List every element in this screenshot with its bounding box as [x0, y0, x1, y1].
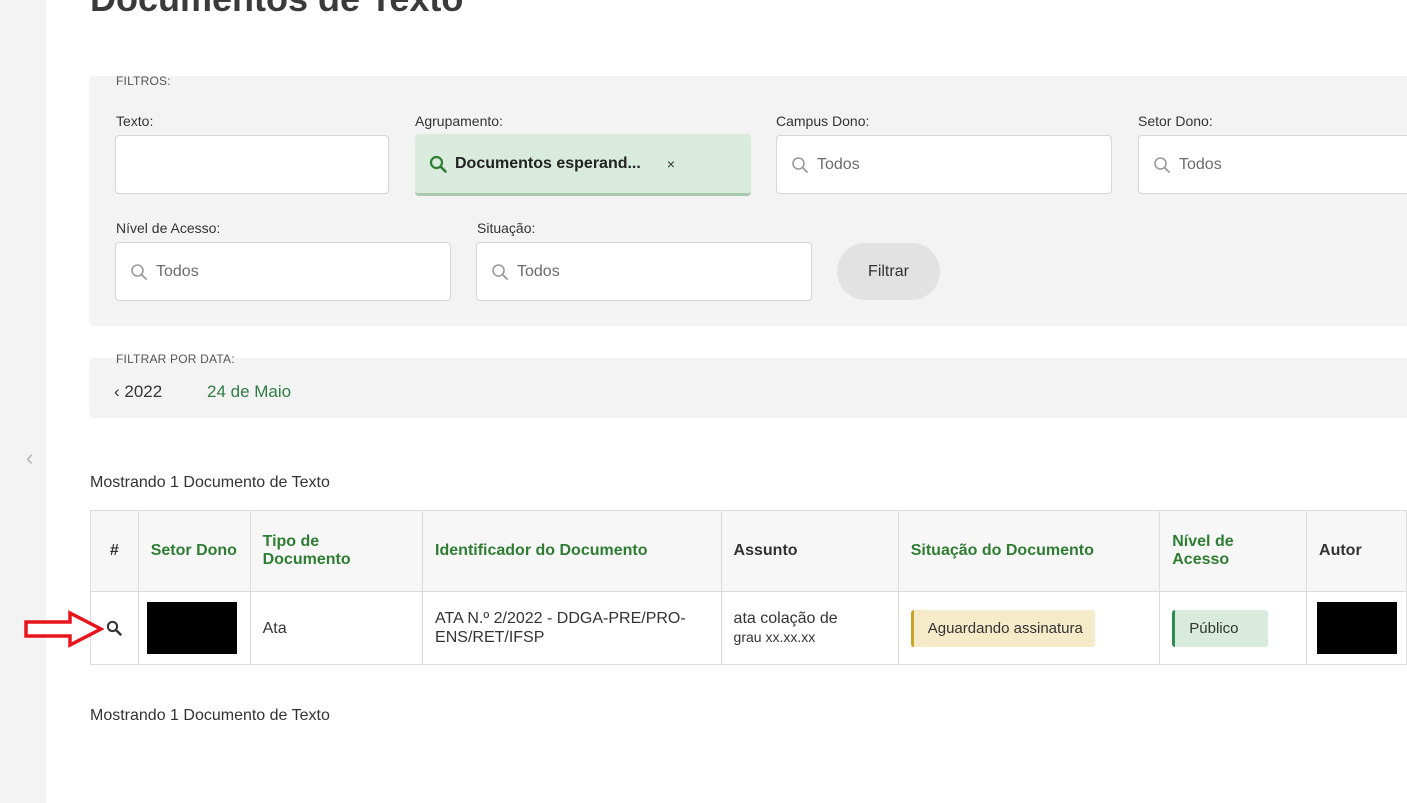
result-count-top: Mostrando 1 Documento de Texto	[90, 474, 330, 491]
left-rail	[0, 0, 46, 803]
table-header-row: # Setor Dono Tipo de Documento Identific…	[90, 510, 1407, 592]
col-header-nivel[interactable]: Nível de Acesso	[1159, 510, 1308, 592]
campus-dono-label: Campus Dono:	[776, 113, 870, 129]
col-header-autor[interactable]: Autor	[1306, 510, 1407, 592]
page-title: Documentos de Texto	[90, 0, 463, 20]
date-filter-caption: FILTRAR POR DATA:	[116, 352, 235, 366]
chevron-left-icon[interactable]: ‹	[26, 446, 42, 470]
documents-table: # Setor Dono Tipo de Documento Identific…	[90, 510, 1407, 665]
identificador-cell: ATA N.º 2/2022 - DDGA-PRE/PRO-ENS/RET/IF…	[422, 591, 722, 665]
agrupamento-label: Agrupamento:	[415, 113, 503, 129]
assunto-line-1: ata colação de	[733, 610, 838, 627]
agrupamento-value: Documentos esperand...	[455, 154, 641, 172]
filtrar-button[interactable]: Filtrar	[837, 243, 940, 300]
search-icon	[492, 263, 508, 280]
col-header-assunto[interactable]: Assunto	[720, 510, 899, 592]
autor-cell	[1306, 591, 1407, 665]
redacted-block	[1317, 602, 1398, 654]
assunto-cell: ata colação de grau xx.xx.xx	[720, 591, 899, 665]
campus-dono-placeholder: Todos	[817, 155, 860, 173]
situacao-select[interactable]: Todos	[476, 242, 812, 301]
result-count-bottom: Mostrando 1 Documento de Texto	[90, 707, 330, 724]
remove-chip-button[interactable]: ×	[667, 156, 675, 172]
setor-dono-label: Setor Dono:	[1138, 113, 1213, 129]
col-header-hash: #	[90, 510, 139, 592]
nivel-acesso-select[interactable]: Todos	[115, 242, 451, 301]
setor-dono-placeholder: Todos	[1179, 155, 1222, 173]
col-header-situacao[interactable]: Situação do Documento	[897, 510, 1161, 592]
setor-dono-select[interactable]: Todos	[1138, 135, 1407, 194]
situacao-cell: Aguardando assinatura	[897, 591, 1161, 665]
redacted-block	[146, 602, 237, 654]
assunto-line-2: grau xx.xx.xx	[733, 629, 816, 645]
red-arrow-icon	[24, 610, 104, 648]
nivel-cell: Público	[1159, 591, 1308, 665]
campus-dono-select[interactable]: Todos	[776, 135, 1112, 194]
col-header-identificador[interactable]: Identificador do Documento	[422, 510, 722, 592]
agrupamento-selected-chip[interactable]: Documentos esperand... ×	[415, 134, 751, 196]
date-prev-year-link[interactable]: ‹ 2022	[114, 382, 162, 402]
access-level-badge: Público	[1172, 609, 1269, 647]
setor-dono-cell	[137, 591, 251, 665]
search-icon	[429, 155, 447, 173]
filters-caption: FILTROS:	[116, 74, 171, 88]
status-badge: Aguardando assinatura	[910, 609, 1095, 647]
search-icon	[1154, 156, 1170, 173]
nivel-acesso-placeholder: Todos	[156, 262, 199, 280]
col-header-tipo[interactable]: Tipo de Documento	[249, 510, 424, 592]
table-row: Ata ATA N.º 2/2022 - DDGA-PRE/PRO-ENS/RE…	[90, 591, 1407, 665]
texto-input[interactable]	[115, 135, 389, 194]
search-icon	[131, 263, 147, 280]
view-document-icon[interactable]	[106, 620, 123, 636]
nivel-acesso-label: Nível de Acesso:	[116, 220, 221, 236]
date-current-link[interactable]: 24 de Maio	[207, 382, 291, 402]
situacao-label: Situação:	[477, 220, 536, 236]
situacao-placeholder: Todos	[517, 262, 560, 280]
search-icon	[792, 156, 808, 173]
texto-label: Texto:	[116, 113, 154, 129]
tipo-cell: Ata	[249, 591, 424, 665]
col-header-setor-dono[interactable]: Setor Dono	[137, 510, 251, 592]
